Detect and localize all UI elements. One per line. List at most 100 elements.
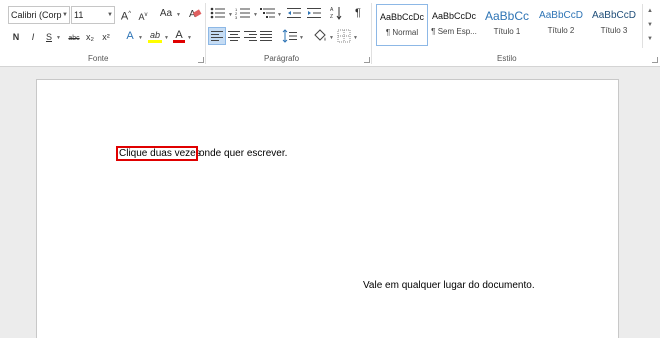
style-preview: AaBbCc <box>484 9 530 23</box>
multilevel-list-button[interactable] <box>260 6 276 25</box>
style-heading-3[interactable]: AaBbCcD Título 3 <box>588 4 640 46</box>
numbering-icon: 123 <box>235 7 250 20</box>
paint-bucket-icon <box>314 29 326 41</box>
decrease-indent-button[interactable] <box>287 6 301 25</box>
bullets-button[interactable] <box>210 6 226 25</box>
sort-icon: AZ <box>330 7 342 20</box>
justify-icon <box>260 31 272 32</box>
align-right-icon-line <box>244 37 256 38</box>
borders-button[interactable] <box>337 29 351 48</box>
style-no-spacing[interactable]: AaBbCcDc ¶ Sem Esp... <box>428 4 480 46</box>
font-family-select[interactable]: Calibri (Corp ▼ <box>8 6 70 24</box>
chevron-down-icon: ▼ <box>107 12 113 18</box>
highlighter-icon: ab <box>149 30 160 40</box>
chevron-down-icon: ▼ <box>228 12 233 18</box>
numbering-button[interactable]: 123 <box>235 6 251 25</box>
align-center-icon-line <box>230 34 238 35</box>
svg-text:A: A <box>330 7 334 13</box>
text-effects-icon: A <box>126 30 134 42</box>
chevron-down-icon: ▼ <box>187 35 192 41</box>
align-right-icon-line <box>249 34 257 35</box>
group-divider <box>371 3 372 64</box>
superscript-button[interactable]: x² <box>100 30 112 44</box>
chevron-down-icon: ▼ <box>164 35 169 41</box>
align-left-icon-line <box>211 34 219 35</box>
italic-button[interactable]: I <box>28 30 38 44</box>
chevron-down-icon: ▼ <box>329 35 334 41</box>
highlight-button[interactable]: ab <box>148 28 162 43</box>
bold-button[interactable]: N <box>11 30 21 44</box>
shading-button[interactable] <box>312 29 328 48</box>
svg-text:Z: Z <box>330 14 333 20</box>
chevron-down-icon: ▼ <box>299 35 304 41</box>
justify-icon-line <box>260 40 272 41</box>
paragraph-dialog-launcher[interactable] <box>364 57 370 63</box>
pilcrow-icon: ¶ <box>355 7 361 19</box>
clear-formatting-button[interactable]: A <box>188 6 202 25</box>
increase-indent-icon <box>307 8 321 18</box>
style-name: Título 3 <box>600 26 628 35</box>
font-color-icon: A <box>175 29 183 41</box>
multilevel-list-icon <box>260 8 275 18</box>
style-heading-2[interactable]: AaBbCcD Título 2 <box>535 4 587 46</box>
sort-button[interactable]: AZ <box>330 5 342 26</box>
strikethrough-icon: abc <box>68 35 80 42</box>
subscript-button[interactable]: x₂ <box>84 30 96 44</box>
change-case-button[interactable]: Aa <box>157 7 175 21</box>
font-size-value: 11 <box>74 10 84 20</box>
show-formatting-button[interactable]: ¶ <box>353 6 363 20</box>
font-color-button[interactable]: A <box>173 28 185 43</box>
justify-icon-line <box>260 37 272 38</box>
style-name: Título 1 <box>493 27 521 36</box>
style-name: ¶ Normal <box>385 28 419 37</box>
group-divider <box>205 3 206 64</box>
subscript-icon: x₂ <box>86 32 94 42</box>
align-center-icon-line <box>228 37 240 38</box>
styles-group-label: Estilo <box>497 54 517 63</box>
justify-icon-line <box>260 34 272 35</box>
style-preview: AaBbCcD <box>539 10 583 21</box>
style-preview: AaBbCcD <box>592 10 636 21</box>
superscript-icon: x² <box>102 32 110 42</box>
font-group-label: Fonte <box>88 54 109 63</box>
bold-icon: N <box>12 32 20 42</box>
style-normal[interactable]: AaBbCcDc ¶ Normal <box>376 4 428 46</box>
line-spacing-icon <box>282 29 297 43</box>
change-case-icon: Aa <box>159 8 173 19</box>
font-dialog-launcher[interactable] <box>198 57 204 63</box>
styles-gallery-scroller[interactable]: ▲ ▼ ▼ <box>642 4 656 48</box>
underline-icon: S <box>45 32 52 42</box>
justify-button[interactable] <box>257 27 275 45</box>
strikethrough-button[interactable]: abc <box>66 32 82 46</box>
borders-icon <box>337 29 351 43</box>
bullets-icon <box>210 7 225 19</box>
font-family-value: Calibri (Corp <box>11 10 62 20</box>
chevron-down-icon: ▼ <box>353 35 358 41</box>
increase-indent-button[interactable] <box>307 6 321 25</box>
align-right-icon-line <box>249 40 257 41</box>
align-left-icon-line <box>211 40 219 41</box>
document-text-line2: Vale em qualquer lugar do documento. <box>363 280 535 291</box>
styles-dialog-launcher[interactable] <box>652 57 658 63</box>
underline-button[interactable]: S <box>44 30 54 44</box>
italic-icon: I <box>31 32 35 42</box>
line-spacing-button[interactable] <box>282 29 298 48</box>
align-center-icon-line <box>230 40 238 41</box>
chevron-down-icon: ▼ <box>253 12 258 18</box>
font-size-select[interactable]: 11 ▼ <box>71 6 115 24</box>
svg-text:3: 3 <box>235 15 238 20</box>
grow-font-button[interactable]: A^ <box>120 7 132 24</box>
align-left-button[interactable] <box>208 27 226 45</box>
style-heading-1[interactable]: AaBbCc Título 1 <box>481 4 533 46</box>
shrink-font-button[interactable]: Av <box>137 8 149 24</box>
decrease-indent-icon <box>287 8 301 18</box>
text-effects-button[interactable]: A <box>124 29 136 43</box>
align-center-icon <box>228 31 240 32</box>
align-left-icon <box>211 31 223 32</box>
style-preview: AaBbCcDc <box>379 12 424 22</box>
chevron-down-icon: ▼ <box>62 12 68 18</box>
annotation-highlight-box <box>116 146 198 161</box>
document-page[interactable] <box>36 79 619 338</box>
align-right-icon <box>244 31 256 32</box>
align-left-icon-line <box>211 37 223 38</box>
